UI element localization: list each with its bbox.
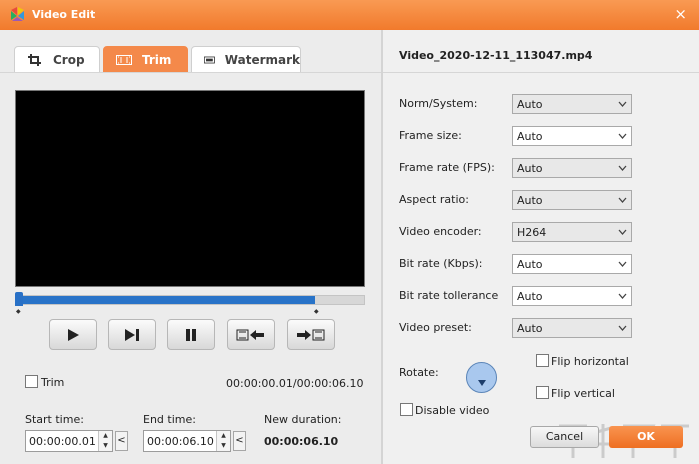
rotate-arrow-icon <box>478 380 486 386</box>
set-start-icon <box>236 329 264 340</box>
new-duration-label: New duration: <box>264 413 342 426</box>
bit-rate-value: Auto <box>517 258 543 271</box>
chevron-down-icon <box>618 133 627 139</box>
bit-rate-select[interactable]: Auto <box>512 254 632 274</box>
frame-size-label: Frame size: <box>399 129 462 142</box>
video-encoder-select[interactable]: H264 <box>512 222 632 242</box>
trim-checkbox[interactable] <box>25 375 38 388</box>
chevron-down-icon <box>618 293 627 299</box>
video-preview <box>15 90 365 287</box>
video-encoder-value: H264 <box>517 226 547 239</box>
window-title: Video Edit <box>32 8 96 21</box>
cancel-button[interactable]: Cancel <box>530 426 599 448</box>
aspect-ratio-value: Auto <box>517 194 543 207</box>
end-time-stepper[interactable]: ▲ ▼ <box>216 431 230 451</box>
play-icon <box>68 328 79 341</box>
bit-rate-tolerance-label: Bit rate tollerance <box>399 289 499 302</box>
watermark-icon <box>204 56 215 63</box>
set-end-button[interactable] <box>287 319 335 350</box>
start-time-input[interactable]: 00:00:00.01 ▲ ▼ <box>25 430 113 452</box>
video-preset-label: Video preset: <box>399 321 472 334</box>
flip-vertical-label: Flip vertical <box>551 387 615 400</box>
norm-system-value: Auto <box>517 98 543 111</box>
up-arrow-icon[interactable]: ▲ <box>99 431 112 441</box>
pause-icon <box>186 328 196 341</box>
ok-button[interactable]: OK <box>609 426 683 448</box>
aspect-ratio-label: Aspect ratio: <box>399 193 469 206</box>
film-strip-icon <box>116 54 132 65</box>
app-logo-icon <box>11 7 24 21</box>
frame-rate-select[interactable]: Auto <box>512 158 632 178</box>
frame-rate-label: Frame rate (FPS): <box>399 161 495 174</box>
header-divider <box>383 72 699 73</box>
chevron-down-icon <box>618 261 627 267</box>
norm-system-select[interactable]: Auto <box>512 94 632 114</box>
tab-watermark-label: Watermark <box>224 52 300 67</box>
start-marker-icon: ◆ <box>16 308 21 315</box>
frame-rate-value: Auto <box>517 162 543 175</box>
aspect-ratio-select[interactable]: Auto <box>512 190 632 210</box>
tab-divider <box>0 72 381 73</box>
frame-size-select[interactable]: Auto <box>512 126 632 146</box>
tab-watermark[interactable]: Watermark <box>191 46 301 73</box>
flip-vertical-checkbox[interactable] <box>536 386 549 399</box>
chevron-down-icon <box>618 197 627 203</box>
settings-panel: Video_2020-12-11_113047.mp4 Norm/System:… <box>383 30 699 464</box>
close-icon[interactable]: × <box>674 5 687 23</box>
disable-video-label: Disable video <box>415 404 490 417</box>
disable-video-checkbox[interactable] <box>400 403 413 416</box>
start-time-value: 00:00:00.01 <box>29 435 96 448</box>
title-bar: Video Edit × <box>0 0 699 30</box>
play-button[interactable] <box>49 319 97 350</box>
video-preset-select[interactable]: Auto <box>512 318 632 338</box>
trim-checkbox-label: Trim <box>41 376 65 389</box>
down-arrow-icon[interactable]: ▼ <box>217 441 230 451</box>
video-encoder-label: Video encoder: <box>399 225 482 238</box>
timeline-track[interactable] <box>16 295 365 305</box>
start-time-stepper[interactable]: ▲ ▼ <box>98 431 112 451</box>
bit-rate-label: Bit rate (Kbps): <box>399 257 483 270</box>
trim-range-readout: 00:00:00.01/00:00:06.10 <box>226 377 364 390</box>
end-marker-icon: ◆ <box>314 308 319 315</box>
end-time-input[interactable]: 00:00:06.10 ▲ ▼ <box>143 430 231 452</box>
chevron-down-icon <box>618 101 627 107</box>
trim-start-handle[interactable] <box>15 292 23 306</box>
tab-trim[interactable]: Trim <box>103 46 188 73</box>
new-duration-value: 00:00:06.10 <box>264 435 339 448</box>
end-time-value: 00:00:06.10 <box>147 435 214 448</box>
flip-horizontal-label: Flip horizontal <box>551 355 629 368</box>
tab-trim-label: Trim <box>142 52 172 67</box>
start-time-label: Start time: <box>25 413 84 426</box>
chevron-down-icon <box>618 229 627 235</box>
pause-button[interactable] <box>167 319 215 350</box>
down-arrow-icon[interactable]: ▼ <box>99 441 112 451</box>
timeline-progress <box>17 296 316 304</box>
tab-crop-label: Crop <box>53 52 85 67</box>
set-end-icon <box>297 329 325 340</box>
chevron-down-icon <box>618 165 627 171</box>
chevron-down-icon <box>618 325 627 331</box>
video-preset-value: Auto <box>517 322 543 335</box>
rotate-label: Rotate: <box>399 366 439 379</box>
file-name: Video_2020-12-11_113047.mp4 <box>399 49 593 62</box>
bit-rate-tolerance-select[interactable]: Auto <box>512 286 632 306</box>
next-frame-icon <box>125 328 139 341</box>
tab-crop[interactable]: Crop <box>14 46 100 73</box>
flip-horizontal-checkbox[interactable] <box>536 354 549 367</box>
trim-panel: Crop Trim Watermark ◆ ◆ Trim 00:00:00.01… <box>0 30 381 464</box>
crop-icon <box>28 53 41 66</box>
set-start-time-button[interactable]: < <box>115 431 128 451</box>
set-end-time-button[interactable]: < <box>233 431 246 451</box>
next-frame-button[interactable] <box>108 319 156 350</box>
bit-rate-tolerance-value: Auto <box>517 290 543 303</box>
rotate-dial[interactable] <box>466 362 497 393</box>
norm-system-label: Norm/System: <box>399 97 478 110</box>
set-start-button[interactable] <box>227 319 275 350</box>
end-time-label: End time: <box>143 413 196 426</box>
up-arrow-icon[interactable]: ▲ <box>217 431 230 441</box>
frame-size-value: Auto <box>517 130 543 143</box>
